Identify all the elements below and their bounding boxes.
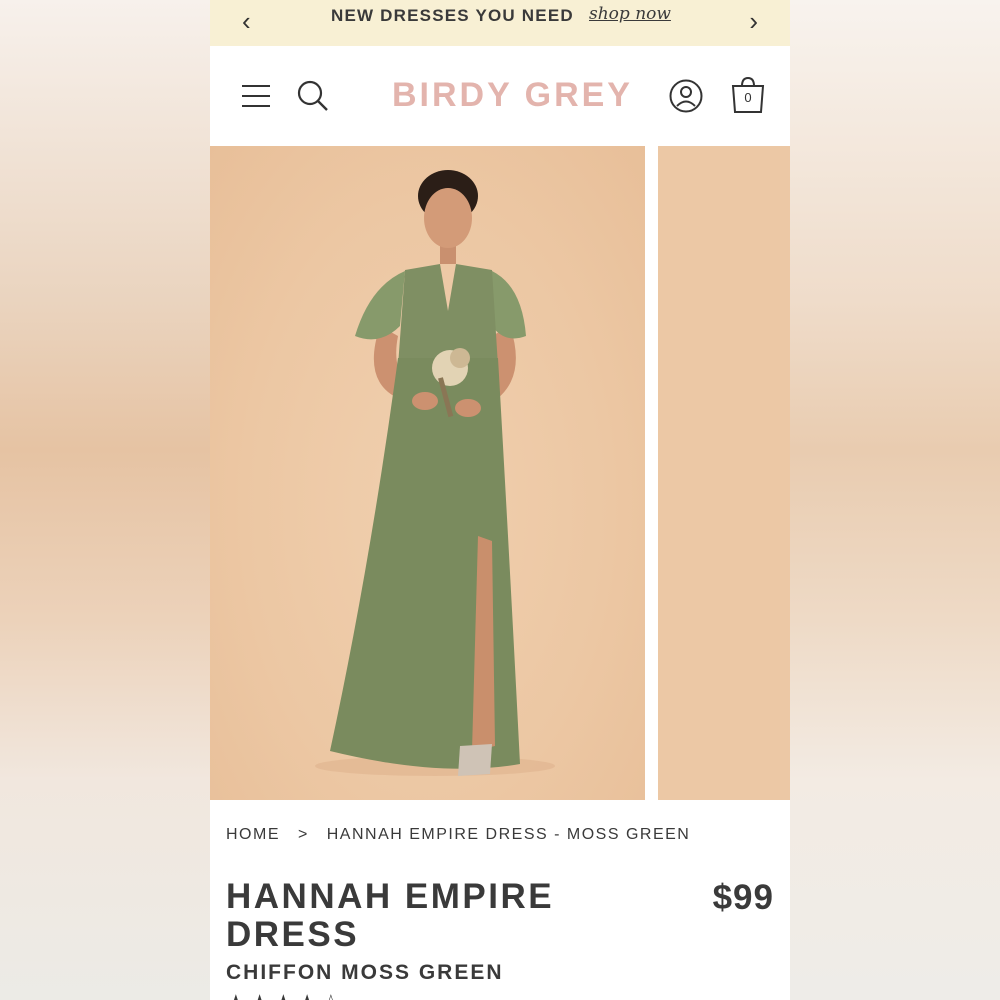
product-subtitle: CHIFFON MOSS GREEN bbox=[226, 961, 504, 984]
search-icon[interactable] bbox=[297, 80, 329, 112]
chevron-left-icon[interactable]: ‹ bbox=[242, 6, 251, 36]
backdrop-right bbox=[790, 0, 1000, 1000]
brand-logo[interactable]: BIRDY GREY bbox=[392, 76, 633, 115]
account-icon[interactable] bbox=[669, 79, 703, 113]
mobile-page: ‹ NEW DRESSES YOU NEED shop now › BIRDY … bbox=[210, 0, 790, 1000]
product-gallery[interactable] bbox=[210, 146, 790, 800]
product-photo-next[interactable] bbox=[658, 146, 790, 800]
breadcrumb-home[interactable]: HOME bbox=[226, 826, 280, 843]
promo-message: NEW DRESSES YOU NEED bbox=[331, 6, 574, 25]
promo-banner: ‹ NEW DRESSES YOU NEED shop now › bbox=[210, 0, 790, 46]
star-icon: ★ bbox=[273, 990, 297, 1000]
site-header: BIRDY GREY 0 bbox=[210, 46, 790, 146]
breadcrumb-current: HANNAH EMPIRE DRESS - MOSS GREEN bbox=[326, 826, 691, 843]
model-in-dress-image bbox=[315, 170, 555, 776]
star-icon: ★ bbox=[226, 990, 250, 1000]
breadcrumb-separator: > bbox=[297, 826, 309, 843]
backdrop-left bbox=[0, 0, 210, 1000]
cart-button[interactable]: 0 bbox=[730, 76, 766, 114]
shop-now-link[interactable]: shop now bbox=[589, 4, 671, 24]
star-outline-icon: ☆ bbox=[321, 990, 345, 1000]
product-price: $99 bbox=[712, 878, 774, 917]
rating-stars[interactable]: ★★★★☆ bbox=[226, 990, 345, 1000]
breadcrumb: HOME > HANNAH EMPIRE DRESS - MOSS GREEN bbox=[226, 826, 702, 844]
cart-count: 0 bbox=[744, 90, 752, 105]
menu-icon[interactable] bbox=[242, 84, 270, 108]
star-icon: ★ bbox=[297, 990, 321, 1000]
star-icon: ★ bbox=[250, 990, 274, 1000]
product-photo-main[interactable] bbox=[210, 146, 645, 800]
product-title: HANNAH EMPIRE DRESS bbox=[226, 877, 555, 954]
chevron-right-icon[interactable]: › bbox=[749, 6, 758, 36]
